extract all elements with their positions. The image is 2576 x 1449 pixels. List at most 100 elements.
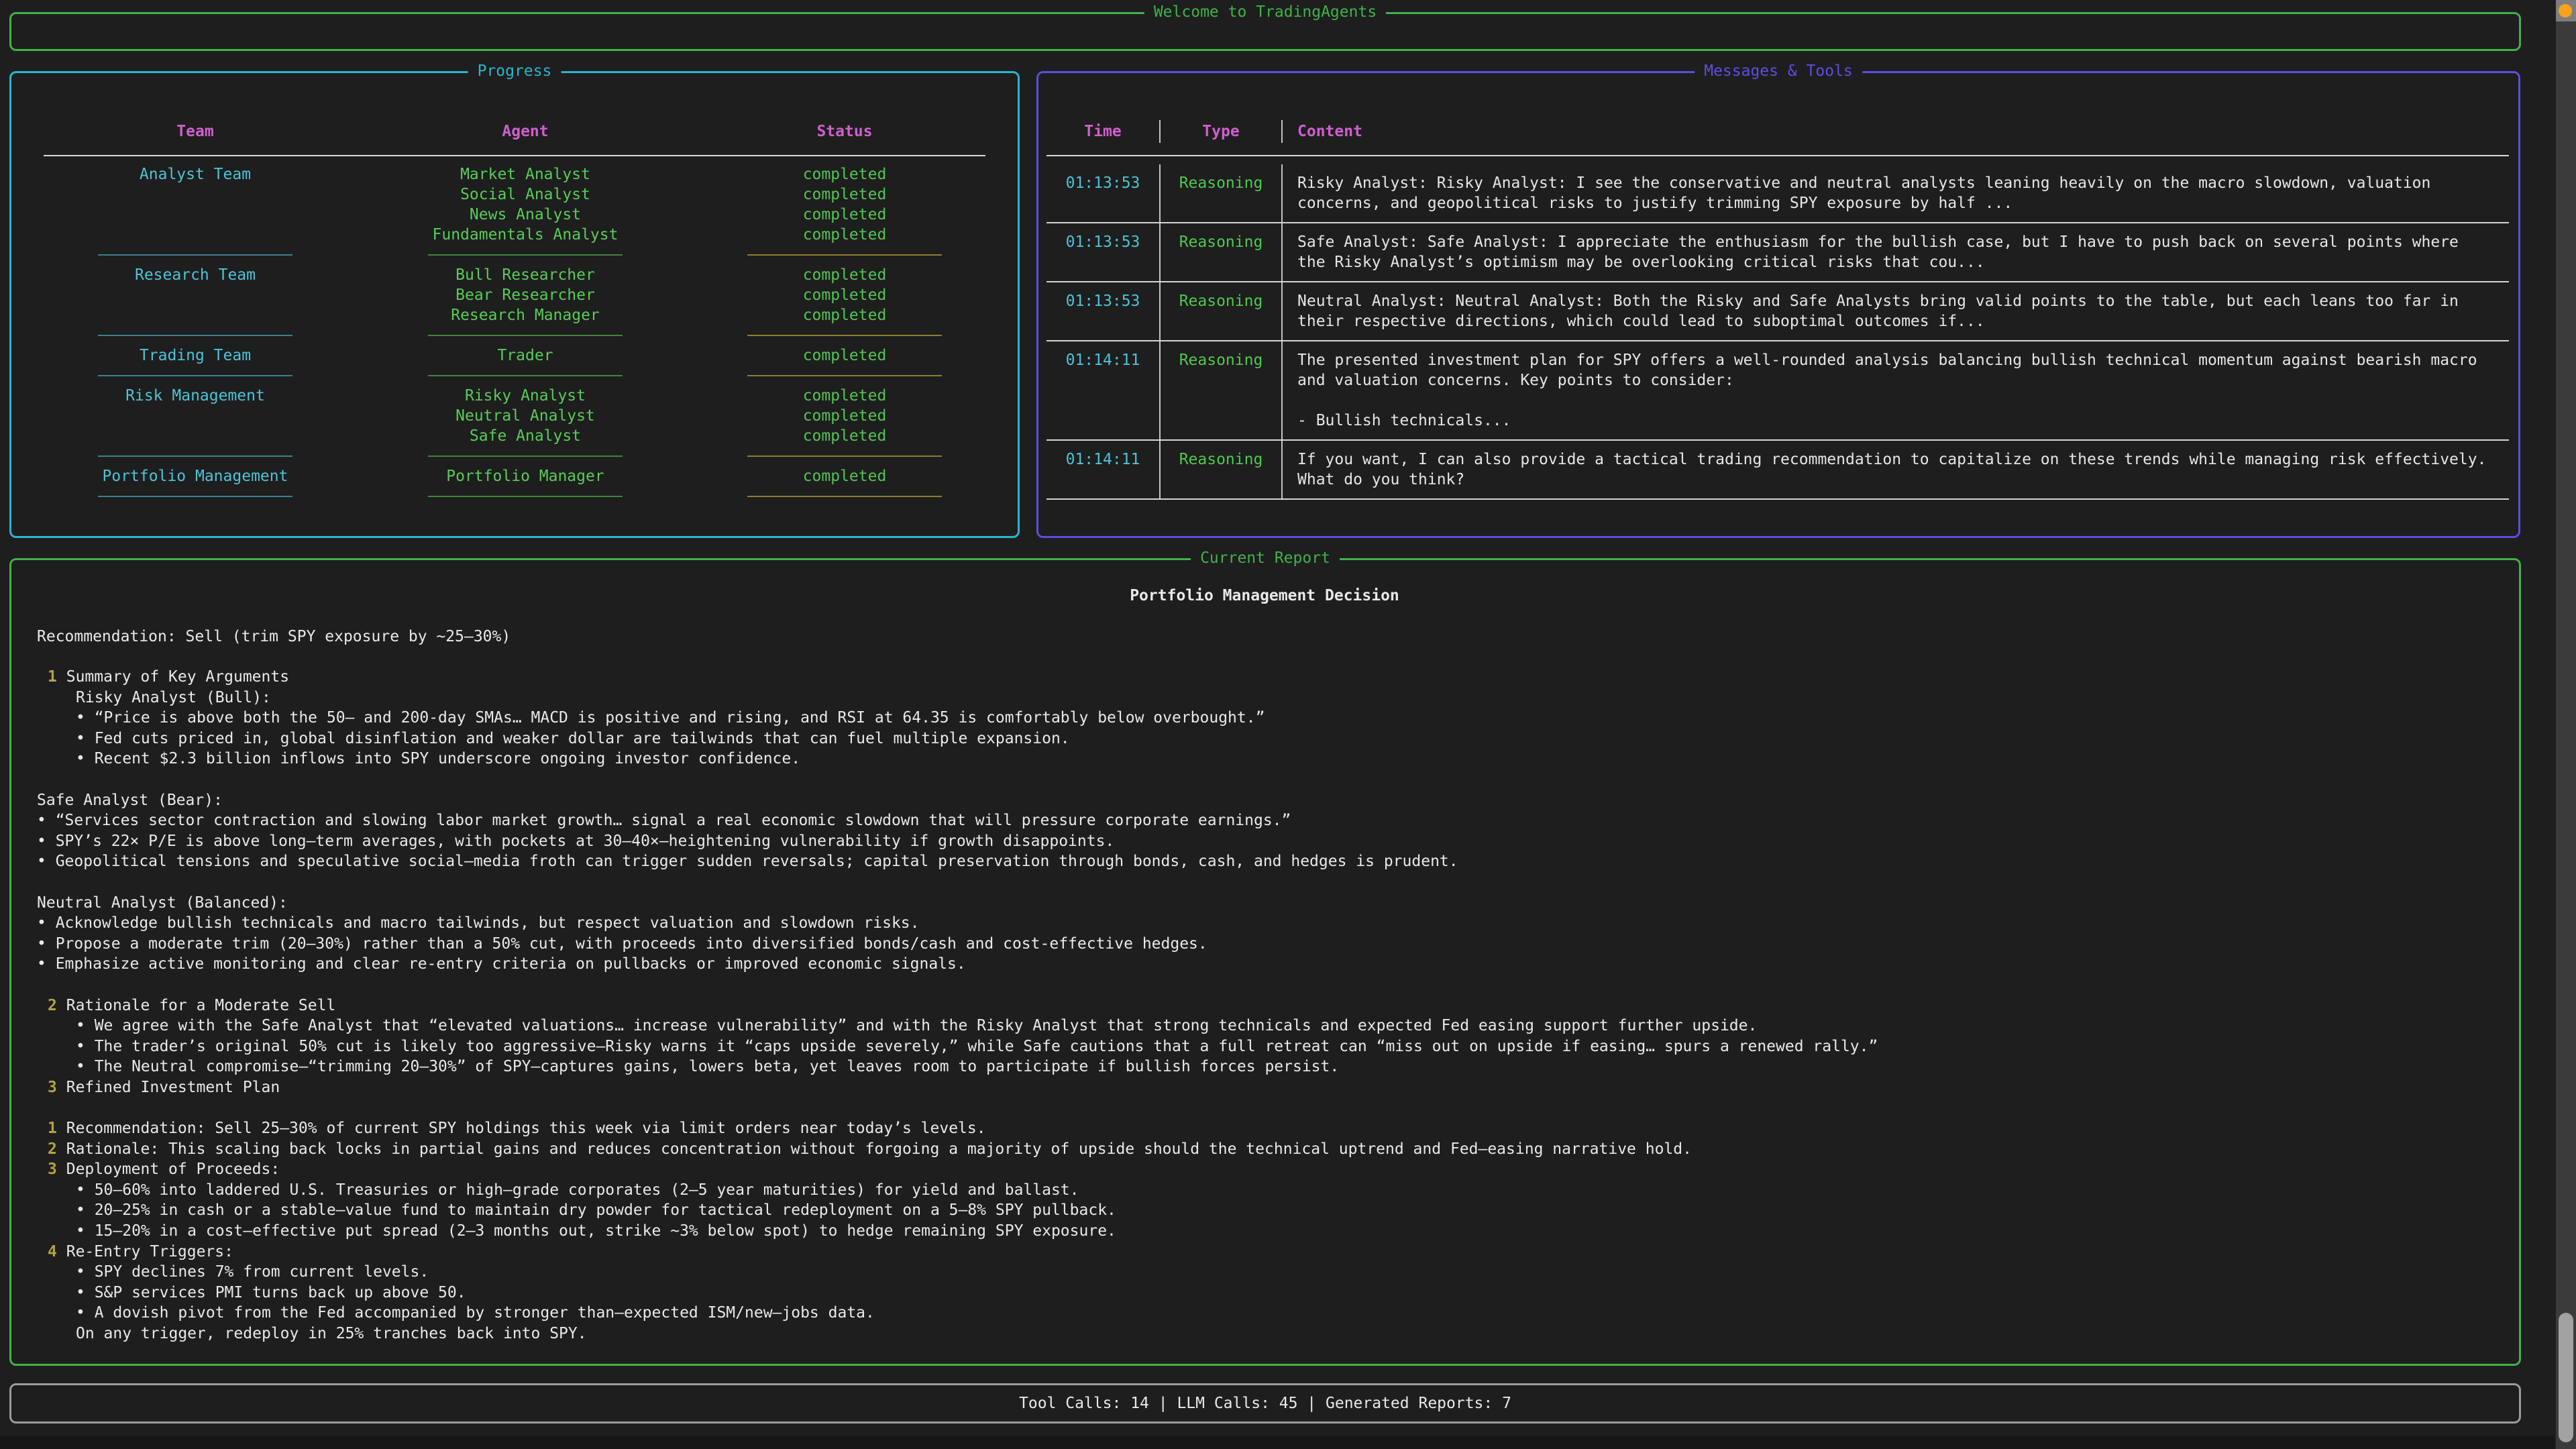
progress-row: Safe Analystcompleted [44,426,985,446]
scrollbar-thumb[interactable] [2559,1313,2573,1442]
report-line: • 50–60% into laddered U.S. Treasuries o… [37,1180,2492,1201]
messages-tools-panel-title: Messages & Tools [1695,62,1862,80]
status-cell: completed [704,265,985,285]
report-line [37,872,2492,893]
progress-table-header: Team Agent Status [44,120,985,143]
team-cell [44,305,347,325]
message-row: 01:14:11ReasoningIf you want, I can also… [1046,441,2509,498]
report-line: • SPY declines 7% from current levels. [37,1262,2492,1283]
group-separator [44,245,985,265]
footer-stats-text: Tool Calls: 14 | LLM Calls: 45 | Generat… [1019,1395,1511,1412]
report-line: • “Services sector contraction and slowi… [37,810,2492,831]
scrollbar-track[interactable] [2556,0,2576,1449]
progress-panel-title: Progress [468,62,561,80]
agent-cell: Portfolio Manager [347,466,704,486]
message-time: 01:14:11 [1046,341,1159,439]
progress-row: Trading TeamTradercompleted [44,345,985,366]
team-cell [44,426,347,446]
column-header-time: Time [1046,120,1159,143]
report-line: • SPY’s 22× P/E is above long–term avera… [37,831,2492,852]
separator-team [44,455,347,457]
separator-team [44,335,347,336]
separator-agent [347,455,704,457]
report-line: 2 Rationale for a Moderate Sell [37,996,2492,1016]
report-line: Neutral Analyst (Balanced): [37,893,2492,914]
progress-table-body: Analyst TeamMarket AnalystcompletedSocia… [44,164,985,506]
separator-status [704,254,985,256]
welcome-panel-title: Welcome to TradingAgents [1144,3,1386,21]
message-type: Reasoning [1159,223,1281,281]
messages-table-header: Time Type Content [1046,120,2509,143]
report-line-number: 1 [48,668,57,686]
header-underline [44,155,985,156]
report-line: • Fed cuts priced in, global disinflatio… [37,729,2492,749]
status-cell: completed [704,225,985,245]
report-line: 1 Recommendation: Sell 25–30% of current… [37,1118,2492,1139]
message-type: Reasoning [1159,441,1281,498]
message-type: Reasoning [1159,282,1281,340]
report-line: 1 Summary of Key Arguments [37,667,2492,688]
team-cell: Analyst Team [44,164,347,184]
bottom-strip [0,1436,2555,1449]
report-line-number: 2 [48,997,57,1014]
separator-status [704,455,985,457]
separator-team [44,254,347,256]
status-cell: completed [704,426,985,446]
status-cell: completed [704,305,985,325]
separator-status [704,335,985,336]
report-line: 3 Deployment of Proceeds: [37,1159,2492,1180]
message-time: 01:14:11 [1046,441,1159,498]
report-line: On any trigger, redeploy in 25% tranches… [37,1324,2492,1344]
report-line: Risky Analyst (Bull): [37,688,2492,708]
status-cell: completed [704,406,985,426]
report-line: 2 Rationale: This scaling back locks in … [37,1139,2492,1160]
progress-row: Analyst TeamMarket Analystcompleted [44,164,985,184]
report-line-number: 2 [48,1140,57,1158]
agent-cell: Bear Researcher [347,285,704,305]
separator-team [44,496,347,497]
report-line: • 20–25% in cash or a stable–value fund … [37,1200,2492,1221]
group-separator [44,325,985,345]
report-line: Safe Analyst (Bear): [37,790,2492,811]
team-cell: Portfolio Management [44,466,347,486]
team-cell [44,205,347,225]
message-time: 01:13:53 [1046,164,1159,222]
status-cell: completed [704,386,985,406]
team-cell: Research Team [44,265,347,285]
group-separator [44,366,985,386]
report-line: • Propose a moderate trim (20–30%) rathe… [37,934,2492,955]
status-cell: completed [704,285,985,305]
message-time: 01:13:53 [1046,282,1159,340]
message-content: Neutral Analyst: Neutral Analyst: Both t… [1281,282,2509,340]
current-report-panel: Current Report Portfolio Management Deci… [9,558,2521,1366]
orange-dot-icon [2559,4,2572,17]
progress-row: Research Managercompleted [44,305,985,325]
messages-table-body: 01:13:53ReasoningRisky Analyst: Risky An… [1046,164,2509,500]
team-cell: Risk Management [44,386,347,406]
column-header-content: Content [1281,120,2509,143]
report-line-number: 3 [48,1161,57,1178]
separator-agent [347,375,704,376]
report-line: • Geopolitical tensions and speculative … [37,851,2492,872]
column-header-status: Status [704,120,985,143]
group-separator [44,486,985,506]
messages-table: Time Type Content 01:13:53ReasoningRisky… [1038,73,2518,500]
report-line: • A dovish pivot from the Fed accompanie… [37,1303,2492,1324]
team-cell [44,225,347,245]
agent-cell: Risky Analyst [347,386,704,406]
separator-agent [347,254,704,256]
team-cell [44,285,347,305]
agent-cell: Bull Researcher [347,265,704,285]
progress-row: Social Analystcompleted [44,184,985,205]
report-line [37,769,2492,790]
agent-cell: News Analyst [347,205,704,225]
report-line [37,975,2492,996]
message-time: 01:13:53 [1046,223,1159,281]
report-line: • “Price is above both the 50– and 200-d… [37,708,2492,729]
report-line: • 15–20% in a cost–effective put spread … [37,1221,2492,1242]
status-cell: completed [704,466,985,486]
message-row: 01:13:53ReasoningSafe Analyst: Safe Anal… [1046,223,2509,281]
report-line [37,1097,2492,1118]
progress-row: Risk ManagementRisky Analystcompleted [44,386,985,406]
report-line: • The Neutral compromise—“trimming 20–30… [37,1057,2492,1077]
